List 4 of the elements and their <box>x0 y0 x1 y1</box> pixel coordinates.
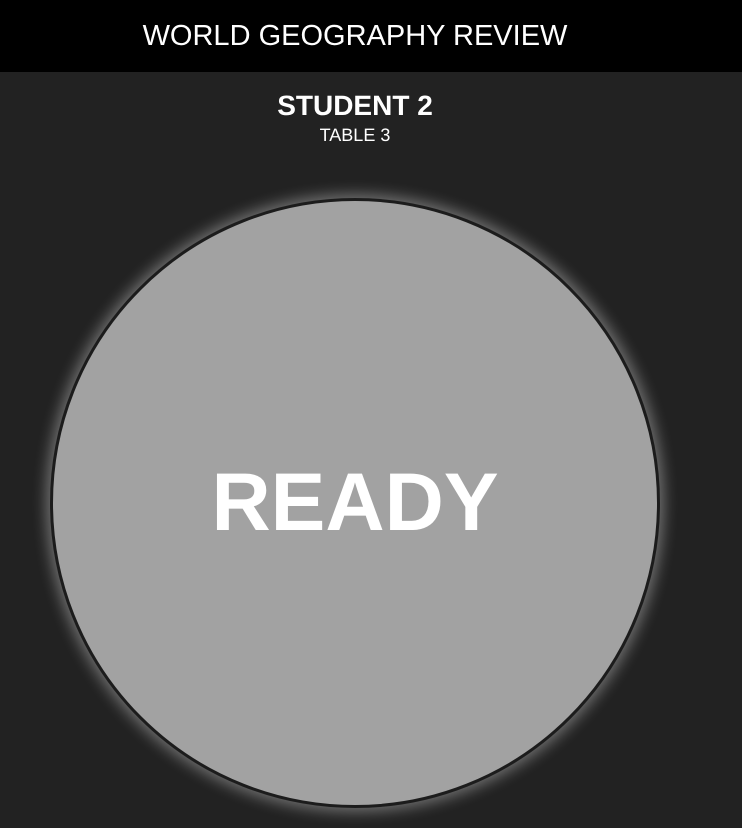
table-label: TABLE 3 <box>320 124 390 146</box>
student-name: STUDENT 2 <box>277 89 433 123</box>
ready-buzzer-button[interactable]: READY <box>50 198 660 808</box>
quiz-title: WORLD GEOGRAPHY REVIEW <box>142 20 568 52</box>
